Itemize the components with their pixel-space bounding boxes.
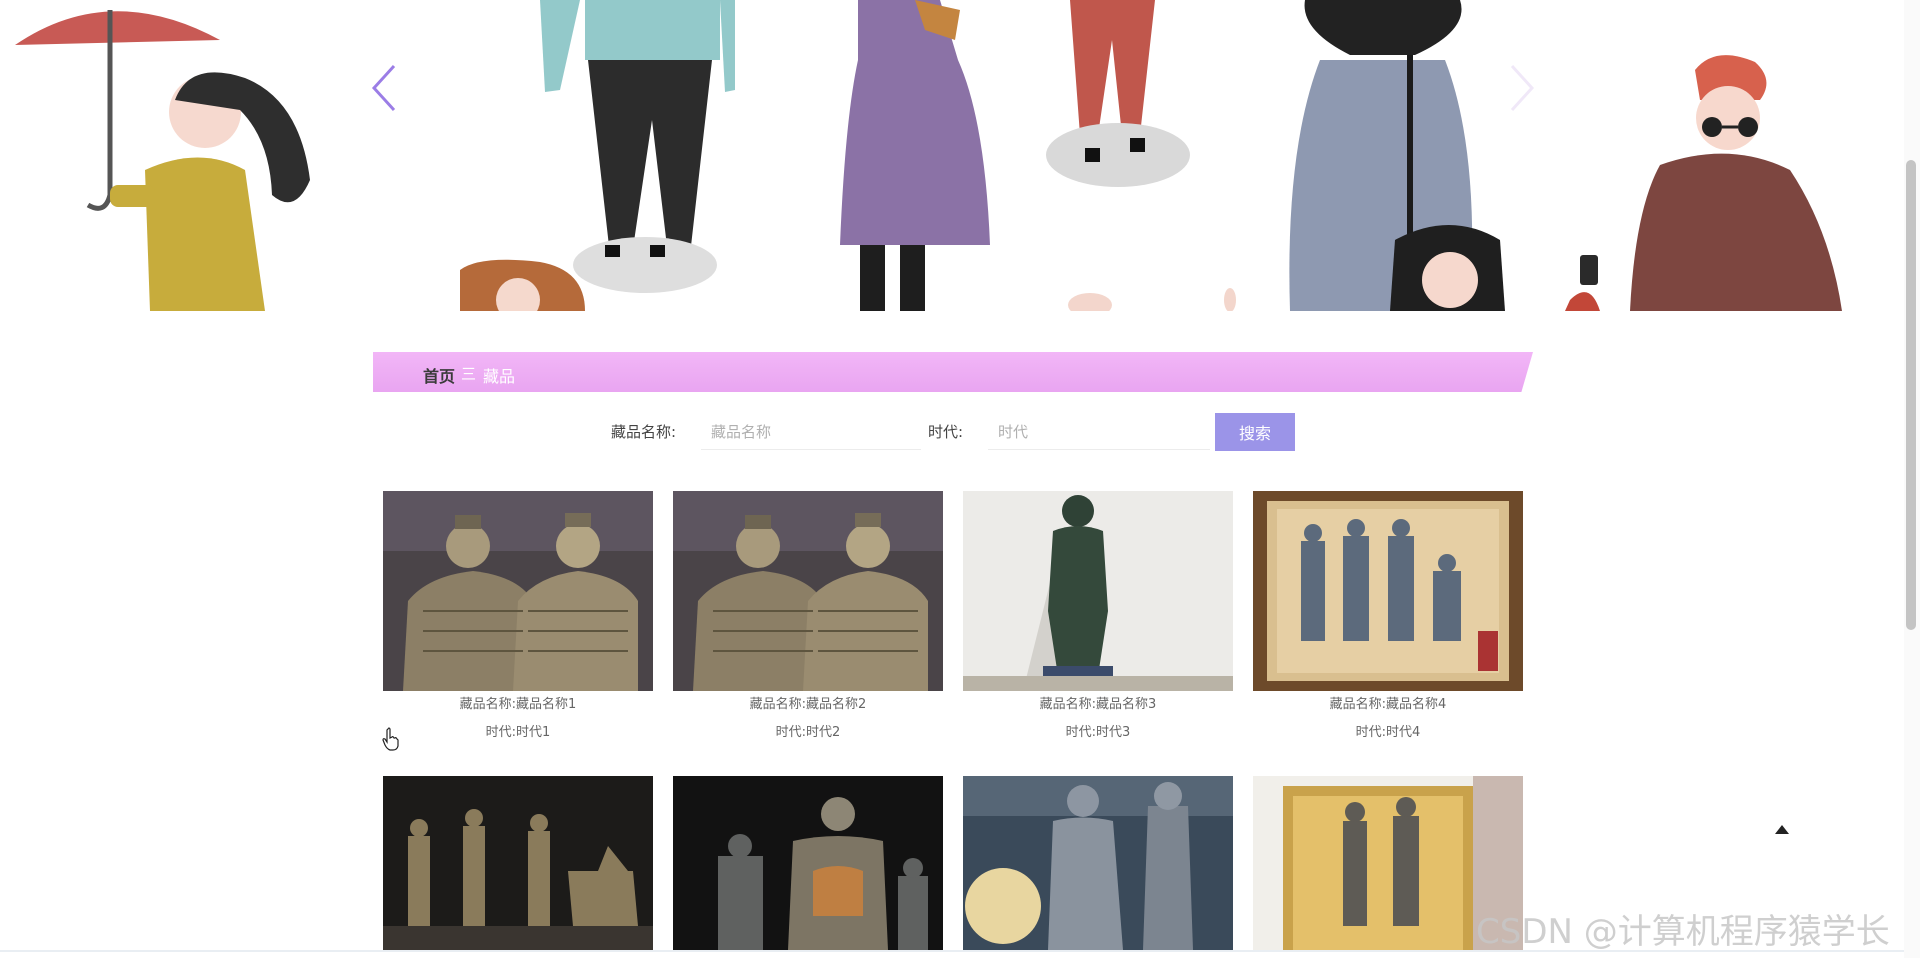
collection-image[interactable] (383, 491, 653, 691)
collection-image[interactable] (963, 491, 1233, 691)
breadcrumb: 首页 三 藏品 (373, 352, 1533, 392)
collection-card[interactable]: 藏品名称:藏品名称2 时代:时代2 (673, 491, 943, 747)
collection-image[interactable] (673, 776, 943, 950)
collection-era-label: 时代: (485, 725, 517, 740)
back-to-top-button[interactable] (1772, 822, 1792, 838)
collection-name-label: 藏品名称: (611, 423, 677, 441)
banner-illustration (0, 0, 1842, 311)
banner-carousel[interactable] (0, 0, 1842, 311)
collection-name-label: 藏品名称: (459, 697, 517, 712)
silver-warrior-souvenir-image (963, 776, 1233, 950)
collection-image[interactable] (383, 776, 653, 950)
collection-card[interactable] (673, 776, 943, 950)
bottom-divider (0, 950, 1904, 952)
collection-image[interactable] (1253, 491, 1523, 691)
chevron-right-icon (1510, 64, 1535, 112)
collection-name: 藏品名称:藏品名称1 (383, 691, 653, 719)
chevron-left-icon (371, 64, 396, 112)
collection-name-value: 藏品名称1 (516, 697, 577, 712)
collection-era-value: 时代3 (1096, 725, 1131, 740)
collection-name-label: 藏品名称: (1329, 697, 1387, 712)
csdn-watermark: CSDN @计算机程序猿学长 (1476, 912, 1890, 952)
collection-era: 时代:时代1 (383, 719, 653, 747)
framed-warriors-image (1253, 491, 1523, 691)
collection-card[interactable] (383, 776, 653, 950)
warriors-and-horse-image (383, 776, 653, 950)
page-scrollbar-thumb[interactable] (1906, 160, 1916, 630)
collection-image[interactable] (673, 491, 943, 691)
breadcrumb-separator: 三 (461, 365, 477, 383)
collection-name-value: 藏品名称3 (1096, 697, 1157, 712)
collection-name: 藏品名称:藏品名称2 (673, 691, 943, 719)
collection-name-label: 藏品名称: (1039, 697, 1097, 712)
terracotta-warriors-image (383, 491, 653, 691)
collection-era-value: 时代4 (1386, 725, 1421, 740)
carousel-prev-button[interactable] (366, 58, 406, 118)
collection-era: 时代:时代4 (1253, 719, 1523, 747)
collection-name-value: 藏品名称4 (1386, 697, 1447, 712)
green-warrior-figurine-image (963, 491, 1233, 691)
collection-name-input[interactable] (701, 414, 921, 450)
collection-era: 时代:时代3 (963, 719, 1233, 747)
lit-warriors-image (673, 776, 943, 950)
caret-up-icon (1775, 825, 1789, 834)
collection-image[interactable] (963, 776, 1233, 950)
era-input[interactable] (988, 414, 1210, 450)
collection-card[interactable]: 藏品名称:藏品名称1 时代:时代1 (383, 491, 653, 747)
collection-name: 藏品名称:藏品名称3 (963, 691, 1233, 719)
collection-era-label: 时代: (1065, 725, 1097, 740)
hand-cursor-icon (382, 727, 400, 751)
collection-name-value: 藏品名称2 (806, 697, 867, 712)
collection-era-label: 时代: (775, 725, 807, 740)
collection-era: 时代:时代2 (673, 719, 943, 747)
collection-era-value: 时代1 (516, 725, 551, 740)
search-button[interactable]: 搜索 (1215, 413, 1295, 451)
breadcrumb-current: 藏品 (483, 367, 516, 386)
collection-era-value: 时代2 (806, 725, 841, 740)
collection-card[interactable]: 藏品名称:藏品名称4 时代:时代4 (1253, 491, 1523, 747)
carousel-next-button[interactable] (1500, 58, 1540, 118)
era-label: 时代: (928, 423, 964, 441)
terracotta-warriors-image (673, 491, 943, 691)
collection-card[interactable]: 藏品名称:藏品名称3 时代:时代3 (963, 491, 1233, 747)
breadcrumb-home-link[interactable]: 首页 (423, 363, 455, 387)
collection-name: 藏品名称:藏品名称4 (1253, 691, 1523, 719)
collection-card[interactable] (963, 776, 1233, 950)
collection-name-label: 藏品名称: (749, 697, 807, 712)
collection-era-label: 时代: (1355, 725, 1387, 740)
